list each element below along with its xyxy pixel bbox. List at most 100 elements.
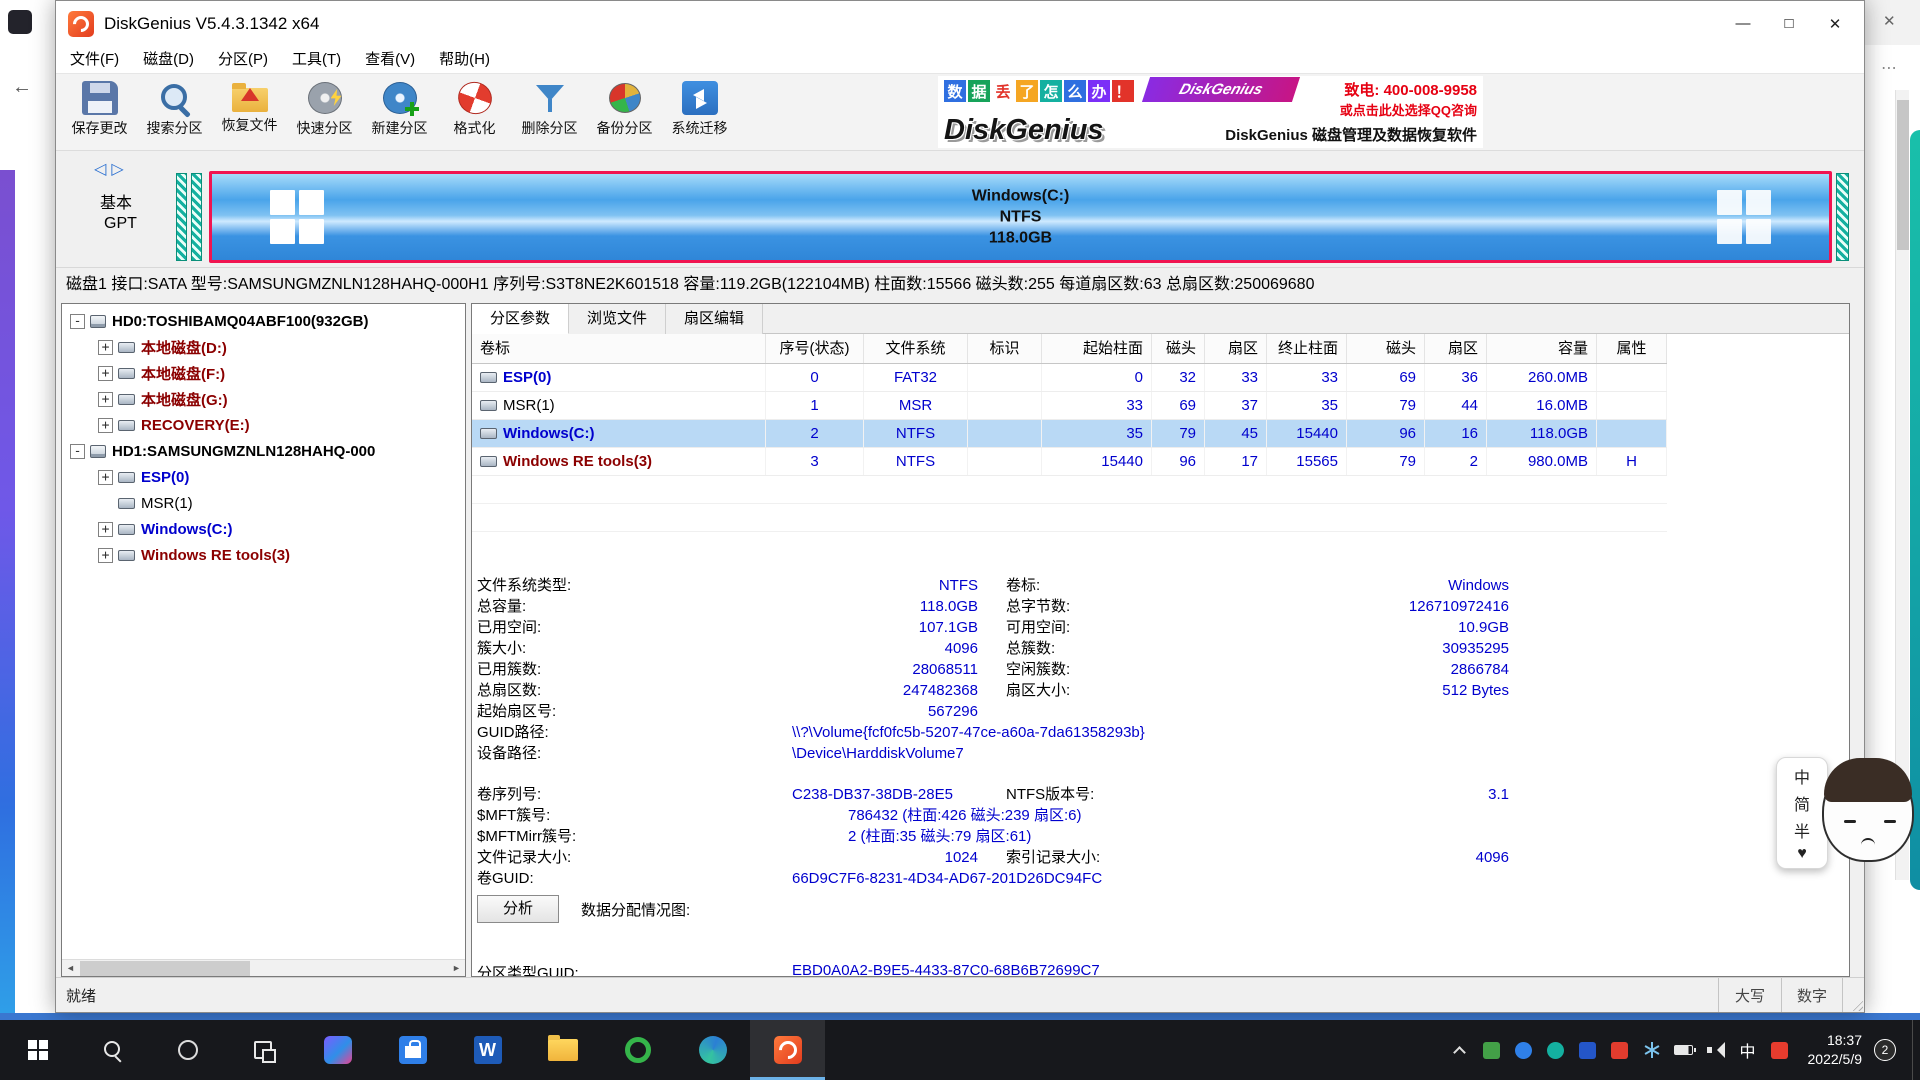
- system-migration-button[interactable]: 系统迁移: [662, 74, 737, 148]
- tree-item[interactable]: +本地磁盘(F:): [62, 360, 465, 386]
- column-header[interactable]: 属性: [1597, 334, 1667, 363]
- tray-green-icon[interactable]: [1476, 1020, 1508, 1080]
- store-button[interactable]: [375, 1020, 450, 1080]
- column-header[interactable]: 卷标: [472, 334, 766, 363]
- resize-grip[interactable]: [1842, 978, 1864, 1012]
- column-header[interactable]: 起始柱面: [1042, 334, 1152, 363]
- menu-item[interactable]: 文件(F): [58, 46, 131, 74]
- column-header[interactable]: 扇区: [1205, 334, 1267, 363]
- expand-icon[interactable]: +: [98, 340, 113, 355]
- nav-left-icon[interactable]: ◁: [94, 161, 111, 178]
- menu-item[interactable]: 磁盘(D): [131, 46, 206, 74]
- recover-files-button[interactable]: 恢复文件: [212, 74, 287, 148]
- banner-qq-link[interactable]: 或点击此处选择QQ咨询: [1340, 100, 1477, 119]
- scrollbar-thumb[interactable]: [80, 961, 250, 976]
- new-partition-button[interactable]: 新建分区: [362, 74, 437, 148]
- browser-button[interactable]: [600, 1020, 675, 1080]
- collapse-icon[interactable]: -: [70, 314, 85, 329]
- ime-language-indicator[interactable]: 中: [1732, 1020, 1764, 1080]
- show-desktop-button[interactable]: [1912, 1020, 1920, 1080]
- delete-partition-button[interactable]: 删除分区: [512, 74, 587, 148]
- diskgenius-button[interactable]: [750, 1020, 825, 1080]
- tree-item[interactable]: +本地磁盘(D:): [62, 334, 465, 360]
- partition-segment-re-tools[interactable]: [1836, 173, 1849, 261]
- tray-snowflake-icon[interactable]: [1636, 1020, 1668, 1080]
- tree-item[interactable]: +Windows RE tools(3): [62, 542, 465, 568]
- tree-item[interactable]: +Windows(C:): [62, 516, 465, 542]
- tab-item[interactable]: 浏览文件: [569, 304, 666, 334]
- tray-chevron-up-icon[interactable]: [1444, 1020, 1476, 1080]
- maximize-button[interactable]: □: [1766, 1, 1812, 46]
- ad-banner[interactable]: 数据丢了怎么办！ DiskGenius DiskGenius 致电: 400-0…: [938, 76, 1483, 148]
- taskbar-clock[interactable]: 18:37 2022/5/9: [1808, 1031, 1863, 1069]
- start-button[interactable]: [0, 1020, 75, 1080]
- sogou-input-icon[interactable]: [1764, 1020, 1796, 1080]
- file-explorer-button[interactable]: [525, 1020, 600, 1080]
- menu-item[interactable]: 工具(T): [280, 46, 353, 74]
- task-view-button[interactable]: [225, 1020, 300, 1080]
- pinned-app-button[interactable]: [300, 1020, 375, 1080]
- column-header[interactable]: 磁头: [1347, 334, 1425, 363]
- partition-segment-msr[interactable]: [191, 173, 202, 261]
- close-button[interactable]: ✕: [1812, 1, 1858, 46]
- tab-active[interactable]: 分区参数: [472, 304, 569, 334]
- column-header[interactable]: 磁头: [1152, 334, 1205, 363]
- tray-teal-icon[interactable]: [1540, 1020, 1572, 1080]
- table-row[interactable]: ESP(0)0FAT3203233336936260.0MB: [472, 364, 1667, 392]
- expand-icon[interactable]: +: [98, 366, 113, 381]
- format-partition-button[interactable]: 格式化: [437, 74, 512, 148]
- search-button[interactable]: [75, 1020, 150, 1080]
- scrollbar-thumb[interactable]: [1897, 100, 1909, 250]
- column-header[interactable]: 标识: [968, 334, 1042, 363]
- nav-right-icon[interactable]: ▷: [111, 161, 128, 178]
- table-row[interactable]: Windows RE tools(3)3NTFS1544096171556579…: [472, 448, 1667, 476]
- quick-partition-button[interactable]: 快速分区: [287, 74, 362, 148]
- tree-item[interactable]: MSR(1): [62, 490, 465, 516]
- volume-icon[interactable]: [1700, 1020, 1732, 1080]
- tab-item[interactable]: 扇区编辑: [666, 304, 763, 334]
- tree-item[interactable]: -HD0:TOSHIBAMQ04ABF100(932GB): [62, 308, 465, 334]
- tray-blue-circle-icon[interactable]: [1508, 1020, 1540, 1080]
- tree-item[interactable]: -HD1:SAMSUNGMZNLN128HAHQ-000: [62, 438, 465, 464]
- tree-horizontal-scrollbar[interactable]: ◄ ►: [62, 959, 465, 976]
- expand-icon[interactable]: +: [98, 392, 113, 407]
- partition-segment-esp[interactable]: [176, 173, 187, 261]
- backup-partition-button[interactable]: 备份分区: [587, 74, 662, 148]
- cortana-button[interactable]: [150, 1020, 225, 1080]
- column-header[interactable]: 扇区: [1425, 334, 1487, 363]
- menu-item[interactable]: 分区(P): [206, 46, 280, 74]
- column-header[interactable]: 序号(状态): [766, 334, 864, 363]
- battery-icon[interactable]: [1668, 1020, 1700, 1080]
- scroll-right-icon[interactable]: ►: [448, 961, 465, 976]
- save-changes-button[interactable]: 保存更改: [62, 74, 137, 148]
- tree-item[interactable]: +ESP(0): [62, 464, 465, 490]
- edge-button[interactable]: [675, 1020, 750, 1080]
- column-header[interactable]: 文件系统: [864, 334, 968, 363]
- scroll-left-icon[interactable]: ◄: [62, 961, 79, 976]
- tree-item[interactable]: +本地磁盘(G:): [62, 386, 465, 412]
- tree-item[interactable]: +RECOVERY(E:): [62, 412, 465, 438]
- word-button[interactable]: W: [450, 1020, 525, 1080]
- tray-red-icon[interactable]: [1604, 1020, 1636, 1080]
- tray-blue-square-icon[interactable]: [1572, 1020, 1604, 1080]
- background-menu-dots-icon[interactable]: ⋯: [1881, 58, 1897, 78]
- column-header[interactable]: 终止柱面: [1267, 334, 1347, 363]
- collapse-icon[interactable]: -: [70, 444, 85, 459]
- column-header[interactable]: 容量: [1487, 334, 1597, 363]
- table-row[interactable]: Windows(C:)2NTFS357945154409616118.0GB: [472, 420, 1667, 448]
- partition-segment-windows-c[interactable]: Windows(C:) NTFS 118.0GB: [209, 171, 1832, 263]
- back-arrow-icon[interactable]: ←: [12, 76, 32, 99]
- menu-item[interactable]: 帮助(H): [427, 46, 502, 74]
- expand-icon[interactable]: +: [98, 522, 113, 537]
- expand-icon[interactable]: +: [98, 548, 113, 563]
- search-partition-button[interactable]: 搜索分区: [137, 74, 212, 148]
- ime-floating-panel[interactable]: 中简半 ♥: [1776, 757, 1828, 869]
- menu-item[interactable]: 查看(V): [353, 46, 427, 74]
- expand-icon[interactable]: +: [98, 470, 113, 485]
- analyze-button[interactable]: 分析: [477, 895, 559, 923]
- expand-icon[interactable]: +: [98, 418, 113, 433]
- notification-badge[interactable]: 2: [1874, 1039, 1896, 1061]
- table-row[interactable]: MSR(1)1MSR33693735794416.0MB: [472, 392, 1667, 420]
- background-close-icon[interactable]: ✕: [1883, 12, 1896, 30]
- disk-nav-arrows[interactable]: ◁▷: [94, 159, 129, 179]
